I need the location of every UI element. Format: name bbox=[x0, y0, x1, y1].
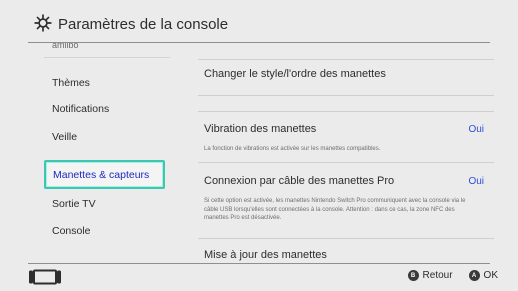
setting-description: La fonction de vibrations est activée su… bbox=[204, 146, 381, 152]
header-bar: Paramètres de la console bbox=[0, 0, 518, 42]
row-divider bbox=[198, 111, 494, 112]
setting-title: Connexion par câble des manettes Pro bbox=[204, 175, 395, 187]
sidebar-item-notifications[interactable]: Notifications bbox=[52, 103, 109, 115]
row-divider bbox=[198, 238, 494, 239]
sidebar-item-console[interactable]: Console bbox=[52, 225, 91, 237]
back-button[interactable]: Retour bbox=[423, 270, 453, 281]
a-button-icon: A bbox=[468, 270, 480, 281]
row-divider bbox=[198, 162, 494, 163]
settings-panel: Changer le style/l'ordre des manettes Vi… bbox=[198, 43, 494, 263]
sidebar-item-manettes-capteurs[interactable]: Manettes & capteurs bbox=[44, 160, 165, 189]
sidebar-item-themes[interactable]: Thèmes bbox=[52, 77, 90, 89]
setting-title: Mise à jour des manettes bbox=[204, 249, 327, 261]
setting-title: Vibration des manettes bbox=[204, 123, 317, 135]
page-title: Paramètres de la console bbox=[58, 16, 229, 33]
setting-title: Changer le style/l'ordre des manettes bbox=[204, 68, 386, 80]
sidebar-divider bbox=[44, 57, 170, 58]
sidebar: amiibo Thèmes Notifications Veille Manet… bbox=[0, 43, 190, 263]
sidebar-item-amiibo[interactable]: amiibo bbox=[52, 43, 79, 50]
sidebar-item-label: Manettes & capteurs bbox=[53, 169, 150, 181]
setting-value: Oui bbox=[468, 176, 484, 187]
gear-icon bbox=[34, 14, 52, 32]
setting-value: Oui bbox=[468, 124, 484, 135]
row-divider bbox=[198, 59, 494, 60]
ok-button[interactable]: OK bbox=[484, 270, 498, 281]
b-button-icon: B bbox=[407, 270, 419, 281]
setting-description: Si cette option est activée, les manette… bbox=[204, 198, 466, 221]
console-icon bbox=[29, 269, 61, 285]
sidebar-item-sortie-tv[interactable]: Sortie TV bbox=[52, 198, 96, 210]
footer-controls: B Retour A OK bbox=[407, 270, 498, 281]
sidebar-item-veille[interactable]: Veille bbox=[52, 131, 77, 143]
footer-divider bbox=[28, 263, 490, 264]
row-divider bbox=[198, 95, 494, 96]
